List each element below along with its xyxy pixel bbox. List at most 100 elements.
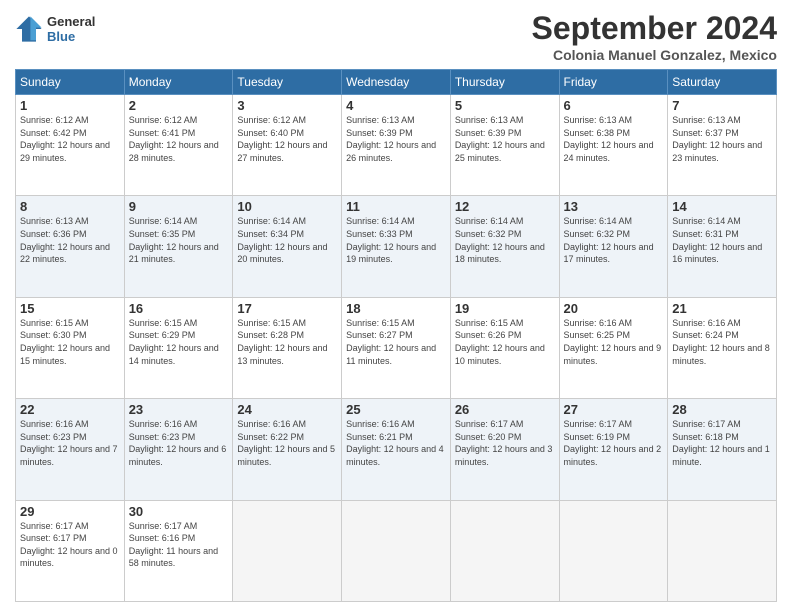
sunrise-time: Sunrise: 6:17 AM: [672, 418, 772, 431]
col-friday: Friday: [559, 70, 668, 95]
sunset-time: Sunset: 6:25 PM: [564, 329, 664, 342]
daylight-hours: Daylight: 12 hours and 17 minutes.: [564, 241, 664, 266]
daylight-hours: Daylight: 12 hours and 6 minutes.: [129, 443, 229, 468]
daylight-hours: Daylight: 12 hours and 24 minutes.: [564, 139, 664, 164]
daylight-hours: Daylight: 11 hours and 58 minutes.: [129, 545, 229, 570]
calendar-cell: 26 Sunrise: 6:17 AM Sunset: 6:20 PM Dayl…: [450, 399, 559, 500]
daylight-hours: Daylight: 12 hours and 9 minutes.: [564, 342, 664, 367]
sunset-time: Sunset: 6:22 PM: [237, 431, 337, 444]
day-number: 1: [20, 98, 120, 113]
calendar-cell: [450, 500, 559, 601]
day-info: Sunrise: 6:17 AM Sunset: 6:18 PM Dayligh…: [672, 418, 772, 468]
sunset-time: Sunset: 6:40 PM: [237, 127, 337, 140]
page: General Blue September 2024 Colonia Manu…: [0, 0, 792, 612]
sunset-time: Sunset: 6:29 PM: [129, 329, 229, 342]
day-number: 24: [237, 402, 337, 417]
sunrise-time: Sunrise: 6:14 AM: [129, 215, 229, 228]
day-info: Sunrise: 6:13 AM Sunset: 6:39 PM Dayligh…: [455, 114, 555, 164]
daylight-hours: Daylight: 12 hours and 0 minutes.: [20, 545, 120, 570]
daylight-hours: Daylight: 12 hours and 26 minutes.: [346, 139, 446, 164]
sunrise-time: Sunrise: 6:17 AM: [129, 520, 229, 533]
sunrise-time: Sunrise: 6:12 AM: [20, 114, 120, 127]
calendar-cell: 6 Sunrise: 6:13 AM Sunset: 6:38 PM Dayli…: [559, 95, 668, 196]
title-block: September 2024 Colonia Manuel Gonzalez, …: [532, 10, 777, 63]
day-number: 18: [346, 301, 446, 316]
daylight-hours: Daylight: 12 hours and 10 minutes.: [455, 342, 555, 367]
day-info: Sunrise: 6:14 AM Sunset: 6:34 PM Dayligh…: [237, 215, 337, 265]
sunrise-time: Sunrise: 6:15 AM: [129, 317, 229, 330]
day-info: Sunrise: 6:15 AM Sunset: 6:27 PM Dayligh…: [346, 317, 446, 367]
day-number: 22: [20, 402, 120, 417]
sunset-time: Sunset: 6:30 PM: [20, 329, 120, 342]
sunset-time: Sunset: 6:35 PM: [129, 228, 229, 241]
sunset-time: Sunset: 6:21 PM: [346, 431, 446, 444]
day-info: Sunrise: 6:14 AM Sunset: 6:33 PM Dayligh…: [346, 215, 446, 265]
day-number: 21: [672, 301, 772, 316]
sunrise-time: Sunrise: 6:12 AM: [237, 114, 337, 127]
daylight-hours: Daylight: 12 hours and 3 minutes.: [455, 443, 555, 468]
sunset-time: Sunset: 6:19 PM: [564, 431, 664, 444]
calendar-cell: 23 Sunrise: 6:16 AM Sunset: 6:23 PM Dayl…: [124, 399, 233, 500]
calendar-cell: 30 Sunrise: 6:17 AM Sunset: 6:16 PM Dayl…: [124, 500, 233, 601]
table-row: 22 Sunrise: 6:16 AM Sunset: 6:23 PM Dayl…: [16, 399, 777, 500]
sunrise-time: Sunrise: 6:13 AM: [564, 114, 664, 127]
col-monday: Monday: [124, 70, 233, 95]
calendar-cell: 16 Sunrise: 6:15 AM Sunset: 6:29 PM Dayl…: [124, 297, 233, 398]
day-number: 10: [237, 199, 337, 214]
calendar-cell: 5 Sunrise: 6:13 AM Sunset: 6:39 PM Dayli…: [450, 95, 559, 196]
day-number: 2: [129, 98, 229, 113]
day-info: Sunrise: 6:13 AM Sunset: 6:39 PM Dayligh…: [346, 114, 446, 164]
month-title: September 2024: [532, 10, 777, 47]
day-number: 11: [346, 199, 446, 214]
sunset-time: Sunset: 6:39 PM: [455, 127, 555, 140]
day-number: 3: [237, 98, 337, 113]
sunset-time: Sunset: 6:32 PM: [564, 228, 664, 241]
daylight-hours: Daylight: 12 hours and 13 minutes.: [237, 342, 337, 367]
day-info: Sunrise: 6:17 AM Sunset: 6:16 PM Dayligh…: [129, 520, 229, 570]
calendar-cell: 11 Sunrise: 6:14 AM Sunset: 6:33 PM Dayl…: [342, 196, 451, 297]
calendar-cell: 21 Sunrise: 6:16 AM Sunset: 6:24 PM Dayl…: [668, 297, 777, 398]
sunset-time: Sunset: 6:38 PM: [564, 127, 664, 140]
day-info: Sunrise: 6:17 AM Sunset: 6:20 PM Dayligh…: [455, 418, 555, 468]
calendar-cell: 4 Sunrise: 6:13 AM Sunset: 6:39 PM Dayli…: [342, 95, 451, 196]
sunrise-time: Sunrise: 6:17 AM: [20, 520, 120, 533]
day-info: Sunrise: 6:16 AM Sunset: 6:21 PM Dayligh…: [346, 418, 446, 468]
calendar-cell: [668, 500, 777, 601]
header: General Blue September 2024 Colonia Manu…: [15, 10, 777, 63]
day-number: 27: [564, 402, 664, 417]
day-info: Sunrise: 6:14 AM Sunset: 6:35 PM Dayligh…: [129, 215, 229, 265]
day-number: 15: [20, 301, 120, 316]
day-number: 28: [672, 402, 772, 417]
calendar-cell: 17 Sunrise: 6:15 AM Sunset: 6:28 PM Dayl…: [233, 297, 342, 398]
daylight-hours: Daylight: 12 hours and 28 minutes.: [129, 139, 229, 164]
sunrise-time: Sunrise: 6:17 AM: [455, 418, 555, 431]
day-info: Sunrise: 6:12 AM Sunset: 6:40 PM Dayligh…: [237, 114, 337, 164]
table-row: 15 Sunrise: 6:15 AM Sunset: 6:30 PM Dayl…: [16, 297, 777, 398]
sunrise-time: Sunrise: 6:14 AM: [237, 215, 337, 228]
col-tuesday: Tuesday: [233, 70, 342, 95]
col-saturday: Saturday: [668, 70, 777, 95]
sunset-time: Sunset: 6:20 PM: [455, 431, 555, 444]
sunrise-time: Sunrise: 6:15 AM: [346, 317, 446, 330]
day-number: 8: [20, 199, 120, 214]
sunrise-time: Sunrise: 6:16 AM: [346, 418, 446, 431]
sunset-time: Sunset: 6:23 PM: [20, 431, 120, 444]
sunrise-time: Sunrise: 6:16 AM: [20, 418, 120, 431]
sunrise-time: Sunrise: 6:16 AM: [129, 418, 229, 431]
sunrise-time: Sunrise: 6:16 AM: [237, 418, 337, 431]
calendar-cell: [342, 500, 451, 601]
col-thursday: Thursday: [450, 70, 559, 95]
calendar-cell: [233, 500, 342, 601]
sunrise-time: Sunrise: 6:13 AM: [20, 215, 120, 228]
table-row: 8 Sunrise: 6:13 AM Sunset: 6:36 PM Dayli…: [16, 196, 777, 297]
day-info: Sunrise: 6:13 AM Sunset: 6:37 PM Dayligh…: [672, 114, 772, 164]
calendar-cell: 14 Sunrise: 6:14 AM Sunset: 6:31 PM Dayl…: [668, 196, 777, 297]
day-info: Sunrise: 6:14 AM Sunset: 6:32 PM Dayligh…: [455, 215, 555, 265]
day-info: Sunrise: 6:12 AM Sunset: 6:42 PM Dayligh…: [20, 114, 120, 164]
sunset-time: Sunset: 6:31 PM: [672, 228, 772, 241]
day-info: Sunrise: 6:15 AM Sunset: 6:28 PM Dayligh…: [237, 317, 337, 367]
sunrise-time: Sunrise: 6:15 AM: [455, 317, 555, 330]
day-number: 12: [455, 199, 555, 214]
calendar-cell: 18 Sunrise: 6:15 AM Sunset: 6:27 PM Dayl…: [342, 297, 451, 398]
sunrise-time: Sunrise: 6:14 AM: [346, 215, 446, 228]
